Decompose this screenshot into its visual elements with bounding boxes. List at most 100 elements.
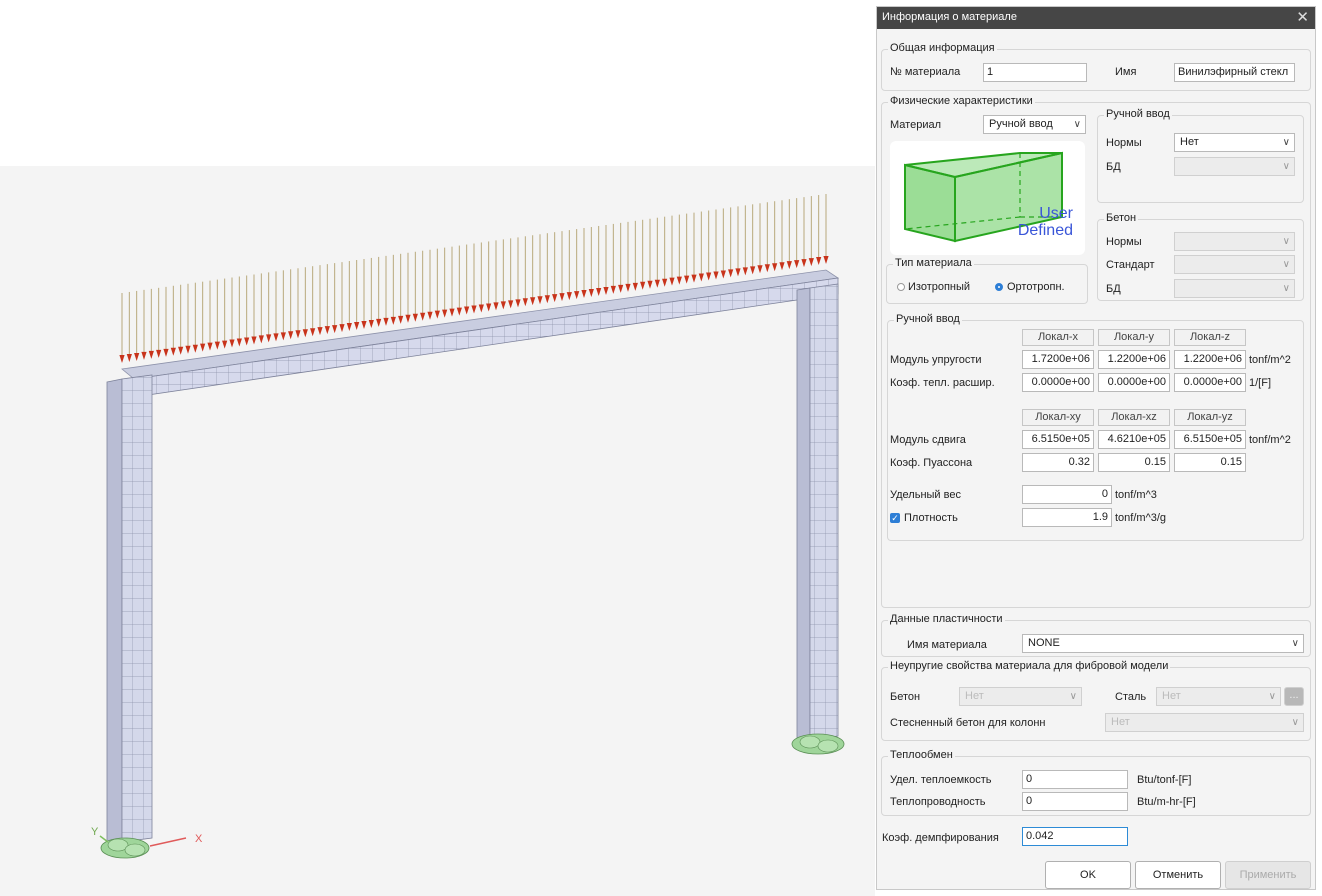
manual-norms-select[interactable]: Нет ∨ (1174, 133, 1295, 152)
modulus-z-input[interactable]: 1.2200e+06 (1174, 350, 1246, 369)
orthotropic-label[interactable]: Ортотропн. (1007, 281, 1065, 293)
damping-input[interactable]: 0.042 (1022, 827, 1128, 846)
header-local-z: Локал-z (1174, 329, 1246, 346)
concrete-standard-select[interactable]: ∨ (1174, 255, 1295, 274)
fiber-steel-select[interactable]: Нет ∨ (1156, 687, 1281, 706)
general-info-title: Общая информация (888, 42, 997, 54)
manual-norms-title: Ручной ввод (1104, 108, 1172, 120)
material-preview: User Defined (890, 141, 1085, 255)
dialog-title: Информация о материале (882, 11, 1017, 23)
modulus-x-input[interactable]: 1.7200e+06 (1022, 350, 1094, 369)
concrete-title: Бетон (1104, 212, 1139, 224)
chevron-down-icon: ∨ (1073, 119, 1081, 130)
fiber-steel-value: Нет (1162, 690, 1181, 702)
thermal-y-input[interactable]: 0.0000e+00 (1098, 373, 1170, 392)
header-local-xz: Локал-xz (1098, 409, 1170, 426)
manual-norms-value: Нет (1180, 136, 1199, 148)
physical-title: Физические характеристики (888, 95, 1035, 107)
dialog-titlebar[interactable]: Информация о материале ✕ (877, 7, 1315, 29)
close-icon[interactable]: ✕ (1296, 8, 1309, 26)
ok-button[interactable]: OK (1045, 861, 1131, 889)
chevron-down-icon: ∨ (1291, 638, 1299, 649)
model-viewport[interactable]: X Y (0, 0, 875, 896)
material-type-title: Тип материала (893, 257, 974, 269)
plasticity-select-value: NONE (1028, 637, 1060, 649)
chevron-down-icon: ∨ (1282, 236, 1290, 247)
density-input[interactable]: 1.9 (1022, 508, 1112, 527)
shear-label: Модуль сдвига (890, 434, 966, 446)
left-support (100, 837, 150, 859)
weight-unit: tonf/m^3 (1115, 489, 1157, 501)
poisson-xz-input[interactable]: 0.15 (1098, 453, 1170, 472)
heat-capacity-input[interactable]: 0 (1022, 770, 1128, 789)
isotropic-radio[interactable] (897, 283, 905, 291)
header-local-xy: Локал-xy (1022, 409, 1094, 426)
frame-model (0, 166, 875, 896)
manual-db-select[interactable]: ∨ (1174, 157, 1295, 176)
user-defined-line-2: Defined (1017, 222, 1073, 239)
chevron-down-icon: ∨ (1282, 137, 1290, 148)
manual-input-title: Ручной ввод (894, 313, 962, 325)
chevron-down-icon: ∨ (1291, 717, 1299, 728)
heat-capacity-unit: Btu/tonf-[F] (1137, 774, 1192, 786)
poisson-xy-input[interactable]: 0.32 (1022, 453, 1094, 472)
orthotropic-radio[interactable] (995, 283, 1003, 291)
left-column-side (106, 378, 123, 846)
fiber-more-button[interactable]: ... (1284, 687, 1304, 706)
chevron-down-icon: ∨ (1282, 161, 1290, 172)
y-axis-label: Y (91, 826, 99, 838)
chevron-down-icon: ∨ (1282, 259, 1290, 270)
modulus-y-input[interactable]: 1.2200e+06 (1098, 350, 1170, 369)
modulus-unit: tonf/m^2 (1249, 354, 1291, 366)
thermal-label: Коэф. тепл. расшир. (890, 377, 995, 389)
conductivity-input[interactable]: 0 (1022, 792, 1128, 811)
weight-input[interactable]: 0 (1022, 485, 1112, 504)
density-checkbox[interactable]: ✓ (890, 513, 900, 523)
concrete-db-select[interactable]: ∨ (1174, 279, 1295, 298)
header-local-yz: Локал-yz (1174, 409, 1246, 426)
confined-select[interactable]: Нет ∨ (1105, 713, 1304, 732)
weight-label: Удельный вес (890, 489, 961, 501)
x-axis-label: X (195, 833, 203, 845)
cancel-button[interactable]: Отменить (1135, 861, 1221, 889)
shear-unit: tonf/m^2 (1249, 434, 1291, 446)
density-label[interactable]: Плотность (904, 512, 958, 524)
modulus-label: Модуль упругости (890, 354, 982, 366)
right-column (809, 283, 839, 741)
header-local-x: Локал-x (1022, 329, 1094, 346)
fiber-title: Неупругие свойства материала для фиброво… (888, 660, 1171, 672)
material-label: Материал (890, 119, 941, 131)
concrete-standard-label: Стандарт (1106, 259, 1155, 271)
user-defined-label: User Defined (1018, 205, 1073, 239)
isotropic-label[interactable]: Изотропный (908, 281, 970, 293)
poisson-yz-input[interactable]: 0.15 (1174, 453, 1246, 472)
header-local-y: Локал-y (1098, 329, 1170, 346)
apply-button[interactable]: Применить (1225, 861, 1311, 889)
shear-xy-input[interactable]: 6.5150e+05 (1022, 430, 1094, 449)
material-name-input[interactable]: Винилэфирный стекл (1174, 63, 1295, 82)
chevron-down-icon: ∨ (1282, 283, 1290, 294)
material-select[interactable]: Ручной ввод ∨ (983, 115, 1086, 134)
right-column-side (796, 287, 811, 743)
plasticity-title: Данные пластичности (888, 613, 1005, 625)
fiber-concrete-value: Нет (965, 690, 984, 702)
shear-xz-input[interactable]: 4.6210e+05 (1098, 430, 1170, 449)
heat-title: Теплообмен (888, 749, 955, 761)
concrete-norms-select[interactable]: ∨ (1174, 232, 1295, 251)
right-support (791, 733, 845, 755)
conductivity-label: Теплопроводность (890, 796, 986, 808)
shear-yz-input[interactable]: 6.5150e+05 (1174, 430, 1246, 449)
user-defined-line-1: User (1039, 205, 1073, 222)
material-number-input[interactable]: 1 (983, 63, 1087, 82)
name-label: Имя (1115, 66, 1137, 78)
thermal-unit: 1/[F] (1249, 377, 1272, 389)
manual-norms-label: Нормы (1106, 137, 1142, 149)
chevron-down-icon: ∨ (1268, 691, 1276, 702)
plasticity-select[interactable]: NONE ∨ (1022, 634, 1304, 653)
fiber-steel-label: Сталь (1115, 691, 1147, 703)
fiber-concrete-select[interactable]: Нет ∨ (959, 687, 1082, 706)
thermal-z-input[interactable]: 0.0000e+00 (1174, 373, 1246, 392)
material-select-value: Ручной ввод (989, 118, 1053, 130)
thermal-x-input[interactable]: 0.0000e+00 (1022, 373, 1094, 392)
manual-db-label: БД (1106, 161, 1121, 173)
